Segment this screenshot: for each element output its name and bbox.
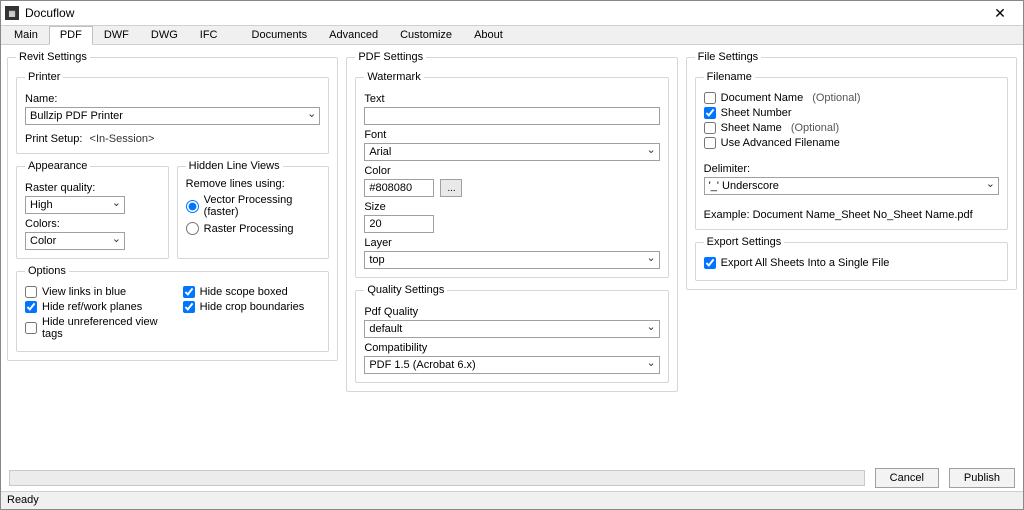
revit-settings-group: Revit Settings Printer Name: Print Setup… [7,51,338,361]
export-legend: Export Settings [704,236,785,248]
colors-combo[interactable] [25,232,125,250]
remove-lines-label: Remove lines using: [186,178,321,190]
status-text: Ready [7,494,39,506]
progress-bar [9,470,865,486]
content-area: Revit Settings Printer Name: Print Setup… [1,45,1023,465]
wm-size-input[interactable] [364,215,434,233]
delimiter-label: Delimiter: [704,163,999,175]
tab-ifc[interactable]: IFC [189,26,229,44]
view-links-checkbox[interactable]: View links in blue [25,286,163,298]
tab-dwf[interactable]: DWF [93,26,140,44]
appearance-group: Appearance Raster quality: Colors: [16,160,169,259]
delimiter-combo[interactable] [704,177,999,195]
window-title: Docuflow [25,6,74,20]
export-settings-group: Export Settings Export All Sheets Into a… [695,236,1008,281]
app-icon: ▦ [5,6,19,20]
wm-font-label: Font [364,129,659,141]
vector-processing-input[interactable] [186,200,199,213]
sheet-name-checkbox[interactable]: Sheet Name(Optional) [704,122,999,134]
watermark-legend: Watermark [364,71,423,83]
tab-documents[interactable]: Documents [241,26,319,44]
raster-processing-radio[interactable]: Raster Processing [186,222,321,235]
tab-dwg[interactable]: DWG [140,26,189,44]
watermark-group: Watermark Text Font Color ... Size Layer [355,71,668,278]
printer-legend: Printer [25,71,63,83]
wm-color-picker-button[interactable]: ... [440,179,462,197]
options-legend: Options [25,265,69,277]
pdf-quality-combo[interactable] [364,320,659,338]
tab-bar: Main PDF DWF DWG IFC Documents Advanced … [1,25,1023,45]
title-bar: ▦ Docuflow ✕ [1,1,1023,25]
cancel-button[interactable]: Cancel [875,468,939,488]
hide-unref-checkbox[interactable]: Hide unreferenced view tags [25,316,163,340]
printer-name-label: Name: [25,93,320,105]
hide-crop-checkbox[interactable]: Hide crop boundaries [183,301,321,313]
hide-ref-checkbox[interactable]: Hide ref/work planes [25,301,163,313]
print-setup-value: <In-Session> [90,133,155,145]
file-settings-legend: File Settings [695,51,762,63]
tab-main[interactable]: Main [3,26,49,44]
compat-label: Compatibility [364,342,659,354]
filename-legend: Filename [704,71,755,83]
raster-quality-combo[interactable] [25,196,125,214]
pdf-settings-group: PDF Settings Watermark Text Font Color .… [346,51,677,392]
wm-font-combo[interactable] [364,143,659,161]
filename-example: Example: Document Name_Sheet No_Sheet Na… [704,209,999,221]
options-group: Options View links in blue Hide ref/work… [16,265,329,352]
vector-processing-radio[interactable]: Vector Processing (faster) [186,194,321,218]
appearance-legend: Appearance [25,160,90,172]
wm-layer-combo[interactable] [364,251,659,269]
hidden-line-views-group: Hidden Line Views Remove lines using: Ve… [177,160,330,259]
file-settings-group: File Settings Filename Document Name(Opt… [686,51,1017,290]
quality-settings-group: Quality Settings Pdf Quality Compatibili… [355,284,668,383]
printer-name-combo[interactable] [25,107,320,125]
wm-text-label: Text [364,93,659,105]
status-bar: Ready [1,491,1023,509]
filename-group: Filename Document Name(Optional) Sheet N… [695,71,1008,230]
wm-size-label: Size [364,201,659,213]
tab-advanced[interactable]: Advanced [318,26,389,44]
revit-settings-legend: Revit Settings [16,51,90,63]
pdf-settings-legend: PDF Settings [355,51,426,63]
wm-color-label: Color [364,165,659,177]
hide-scope-checkbox[interactable]: Hide scope boxed [183,286,321,298]
pdf-quality-label: Pdf Quality [364,306,659,318]
doc-name-checkbox[interactable]: Document Name(Optional) [704,92,999,104]
print-setup-label: Print Setup: [25,133,82,145]
tab-about[interactable]: About [463,26,514,44]
compat-combo[interactable] [364,356,659,374]
publish-button[interactable]: Publish [949,468,1015,488]
footer-row: Cancel Publish [1,465,1023,491]
tab-customize[interactable]: Customize [389,26,463,44]
raster-quality-label: Raster quality: [25,182,160,194]
vector-processing-label: Vector Processing (faster) [204,194,321,218]
wm-text-input[interactable] [364,107,659,125]
colors-label: Colors: [25,218,160,230]
wm-layer-label: Layer [364,237,659,249]
export-single-checkbox[interactable]: Export All Sheets Into a Single File [704,257,999,269]
raster-processing-input[interactable] [186,222,199,235]
raster-processing-label: Raster Processing [204,223,294,235]
printer-group: Printer Name: Print Setup: <In-Session> [16,71,329,154]
sheet-number-checkbox[interactable]: Sheet Number [704,107,999,119]
advanced-filename-checkbox[interactable]: Use Advanced Filename [704,137,999,149]
tab-pdf[interactable]: PDF [49,26,93,45]
hidden-line-legend: Hidden Line Views [186,160,283,172]
wm-color-input[interactable] [364,179,434,197]
close-button[interactable]: ✕ [981,2,1019,24]
quality-legend: Quality Settings [364,284,447,296]
